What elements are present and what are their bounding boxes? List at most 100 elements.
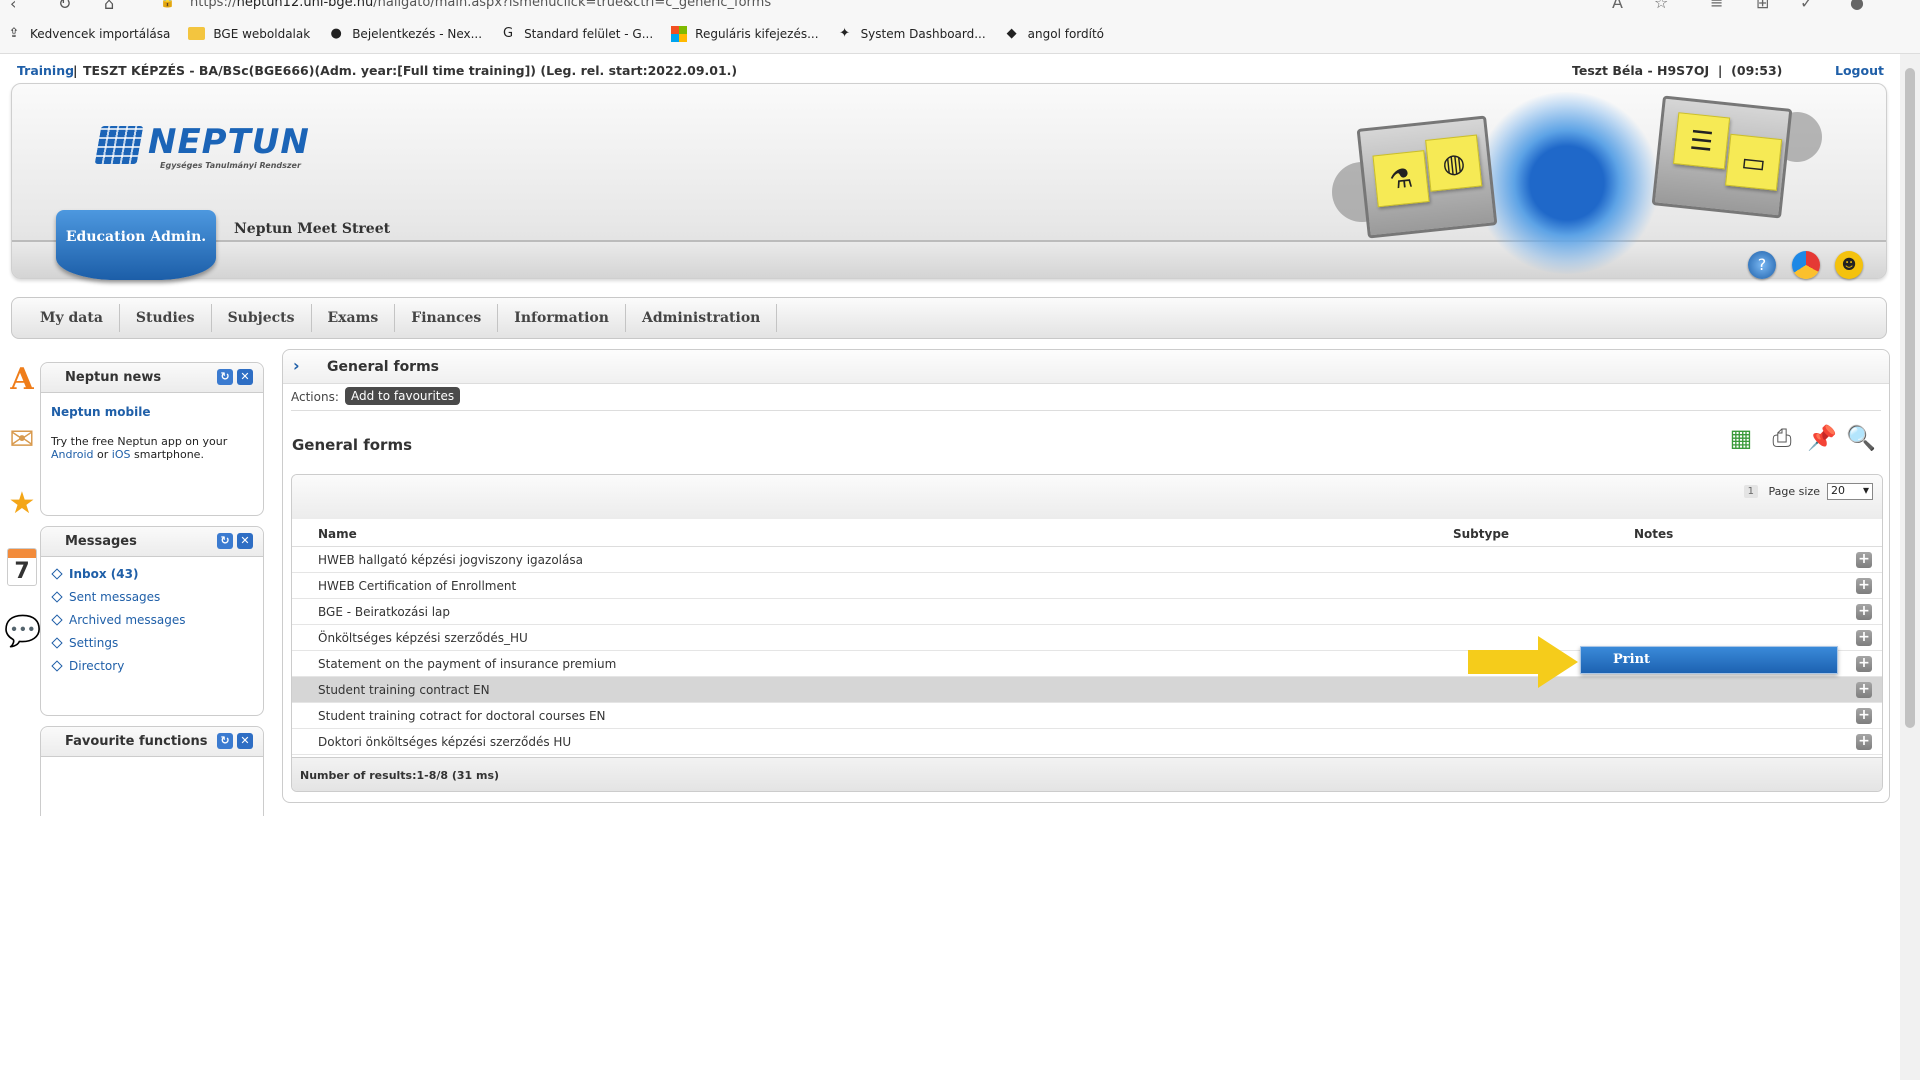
table-row[interactable]: Student training contract EN +: [292, 677, 1882, 703]
letter-a-icon[interactable]: A: [4, 360, 40, 400]
column-notes[interactable]: Notes: [1634, 527, 1673, 541]
messages-item[interactable]: Settings: [51, 636, 118, 650]
help-globe-icon[interactable]: ?: [1748, 251, 1776, 279]
color-scheme-icon[interactable]: [1792, 251, 1820, 279]
folder-icon: [188, 27, 206, 40]
profile-icon[interactable]: ●: [1850, 0, 1864, 12]
scrollbar-thumb[interactable]: [1905, 68, 1915, 728]
bookmark-label: Bejelentkezés - Nex...: [352, 26, 483, 41]
search-icon[interactable]: 🔍: [1845, 421, 1877, 455]
menu-item-finances[interactable]: Finances: [395, 304, 499, 332]
menu-item-studies[interactable]: Studies: [120, 304, 212, 332]
bookmark-item[interactable]: ⇪ Kedvencek importálása: [6, 26, 171, 42]
lock-icon: 🔒: [160, 0, 175, 8]
star-favourites-icon[interactable]: ★: [4, 484, 40, 524]
plus-icon[interactable]: +: [1856, 552, 1872, 568]
tab-education-admin[interactable]: Education Admin.: [56, 210, 216, 280]
extension-icon[interactable]: ✓: [1800, 0, 1813, 12]
news-item-title[interactable]: Neptun mobile: [51, 405, 150, 419]
plus-icon[interactable]: +: [1856, 604, 1872, 620]
info-bar: Training | TESZT KÉPZÉS - BA/BSc(BGE666)…: [0, 60, 1900, 80]
plus-icon[interactable]: +: [1856, 578, 1872, 594]
close-icon[interactable]: ✕: [237, 733, 253, 749]
messages-item[interactable]: Inbox (43): [51, 567, 138, 581]
android-link[interactable]: Android: [51, 448, 94, 461]
pin-icon[interactable]: 📌: [1806, 421, 1838, 455]
plus-icon[interactable]: +: [1856, 630, 1872, 646]
column-name[interactable]: Name: [318, 527, 357, 541]
table-row[interactable]: HWEB hallgató képzési jogviszony igazolá…: [292, 547, 1882, 573]
bookmark-item[interactable]: G Standard felület - G...: [500, 26, 653, 42]
menu-item-subjects[interactable]: Subjects: [212, 304, 312, 332]
pointer-arrow-icon: [1468, 636, 1578, 688]
messages-item[interactable]: Directory: [51, 659, 124, 673]
table-row[interactable]: Doktori önköltséges képzési szerződés HU…: [292, 729, 1882, 755]
table-row[interactable]: BGE - Beiratkozási lap +: [292, 599, 1882, 625]
messages-header: Messages ↻ ✕: [41, 527, 263, 557]
page-scrollbar[interactable]: [1900, 54, 1920, 1080]
reload-icon[interactable]: ↻: [58, 0, 71, 13]
read-aloud-icon[interactable]: A: [1612, 0, 1623, 12]
url-text[interactable]: https://neptun12.uni-bge.hu/hallgato/mai…: [190, 0, 771, 10]
bookmark-item[interactable]: ✦ System Dashboard...: [837, 26, 986, 42]
print-menu-item[interactable]: Print: [1613, 652, 1650, 667]
page-size-select[interactable]: 20: [1827, 483, 1873, 500]
chat-bubble-icon[interactable]: 💬: [4, 612, 41, 652]
bookmark-item[interactable]: ● Bejelentkezés - Nex...: [328, 26, 483, 42]
menu-item-administration[interactable]: Administration: [626, 304, 778, 332]
books-icon: ⚗: [1372, 150, 1430, 208]
messages-item[interactable]: Sent messages: [51, 590, 160, 604]
star-icon[interactable]: ☆: [1654, 0, 1668, 12]
menu-item-my-data[interactable]: My data: [24, 304, 120, 332]
plus-icon[interactable]: +: [1856, 656, 1872, 672]
section-title: General forms: [292, 436, 413, 454]
plus-icon[interactable]: +: [1856, 734, 1872, 750]
refresh-icon[interactable]: ↻: [217, 369, 233, 385]
accessibility-icon[interactable]: ☻: [1835, 251, 1863, 279]
close-icon[interactable]: ✕: [237, 369, 253, 385]
chevron-right-icon[interactable]: ›: [293, 356, 300, 375]
favorites-icon[interactable]: ≡: [1710, 0, 1723, 12]
logout-link[interactable]: Logout: [1835, 63, 1884, 78]
collections-icon[interactable]: ⊞: [1756, 0, 1769, 12]
back-icon[interactable]: ‹: [10, 0, 16, 13]
training-link[interactable]: Training: [17, 63, 74, 78]
diamond-bullet-icon: [51, 637, 63, 649]
bookmark-label: angol fordító: [1027, 26, 1105, 41]
home-icon[interactable]: ⌂: [104, 0, 114, 13]
bookmark-item[interactable]: Reguláris kifejezés...: [671, 25, 819, 42]
favourite-functions-box: Favourite functions ↻ ✕: [40, 726, 264, 816]
actions-label: Actions:: [291, 390, 339, 404]
favourite-functions-title: Favourite functions: [65, 734, 208, 749]
envelope-icon[interactable]: ✉: [4, 420, 40, 460]
page-number[interactable]: 1: [1743, 485, 1758, 498]
excel-export-icon[interactable]: ▦: [1725, 421, 1757, 455]
bookmark-item[interactable]: ◆ angol fordító: [1004, 26, 1104, 42]
menu-item-information[interactable]: Information: [498, 304, 626, 332]
page-size-label: Page size: [1768, 485, 1820, 498]
table-row[interactable]: Student training cotract for doctoral co…: [292, 703, 1882, 729]
refresh-icon[interactable]: ↻: [217, 533, 233, 549]
browser-address-bar: ‹ ↻ ⌂ 🔒 https://neptun12.uni-bge.hu/hall…: [0, 0, 1920, 14]
menu-item-exams[interactable]: Exams: [312, 304, 396, 332]
plus-icon[interactable]: +: [1856, 682, 1872, 698]
calendar-icon[interactable]: 7: [7, 548, 37, 586]
print-context-menu[interactable]: Print: [1580, 646, 1838, 674]
table-row[interactable]: HWEB Certification of Enrollment +: [292, 573, 1882, 599]
add-to-favourites-button[interactable]: Add to favourites: [345, 387, 461, 405]
neptun-news-header: Neptun news ↻ ✕: [41, 363, 263, 393]
user-separator: |: [1717, 63, 1723, 78]
bookmark-item[interactable]: BGE weboldalak: [188, 27, 310, 41]
column-subtype[interactable]: Subtype: [1453, 527, 1509, 541]
table-header: Name Subtype Notes: [292, 519, 1882, 547]
messages-item-label: Settings: [69, 636, 119, 650]
table-toolbar: 1 Page size 20: [292, 475, 1882, 519]
messages-item[interactable]: Archived messages: [51, 613, 186, 627]
close-icon[interactable]: ✕: [237, 533, 253, 549]
plus-icon[interactable]: +: [1856, 708, 1872, 724]
print-icon[interactable]: ⎙: [1766, 421, 1798, 455]
refresh-icon[interactable]: ↻: [217, 733, 233, 749]
news-text-before: Try the free Neptun app on your: [51, 435, 228, 448]
tab-meet-street[interactable]: Neptun Meet Street: [234, 221, 390, 237]
ios-link[interactable]: iOS: [112, 448, 131, 461]
